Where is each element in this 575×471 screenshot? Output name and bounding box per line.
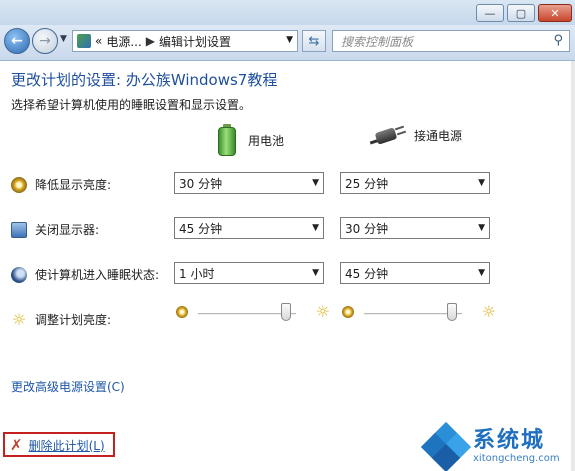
bright-brightness-icon: ☼ — [315, 302, 330, 321]
search-icon[interactable]: ⚲ — [553, 33, 563, 48]
arrow-right-icon: → — [39, 33, 51, 49]
refresh-button[interactable]: ⇆ — [302, 30, 326, 52]
watermark: 系统城 xitongcheng.com — [420, 421, 575, 471]
breadcrumb-power-options[interactable]: 电源... — [106, 33, 141, 50]
watermark-url: xitongcheng.com — [473, 452, 560, 464]
dim-display-battery-select[interactable]: 30 分钟 ▼ — [174, 172, 324, 194]
brightness-label: 调整计划亮度: — [35, 313, 112, 327]
windows-logo-icon — [420, 421, 472, 471]
dim-display-plugged-value: 25 分钟 — [345, 176, 389, 191]
sleep-plugged-select[interactable]: 45 分钟 ▼ — [340, 262, 490, 284]
chevron-down-icon: ▼ — [478, 223, 485, 233]
dim-brightness-icon — [342, 306, 354, 318]
forward-button[interactable]: → — [32, 28, 58, 54]
plugged-column-header: 接通电源 — [369, 124, 463, 146]
display-off-battery-value: 45 分钟 — [179, 221, 223, 236]
search-placeholder: 搜索控制面板 — [341, 34, 414, 49]
breadcrumb-edit-plan[interactable]: 编辑计划设置 — [159, 33, 231, 50]
minimize-button[interactable]: — — [476, 4, 504, 22]
sleep-label: 使计算机进入睡眠状态: — [35, 268, 160, 282]
brightness-icon: ☼ — [11, 309, 27, 329]
breadcrumb-separator-icon[interactable]: ▶ — [146, 34, 155, 48]
delete-icon: ✗ — [10, 436, 23, 454]
sleep-row-label: 使计算机进入睡眠状态: — [11, 266, 159, 283]
refresh-icon: ⇆ — [308, 33, 320, 49]
control-panel-icon — [77, 34, 91, 48]
dim-display-label: 降低显示亮度: — [35, 178, 112, 192]
sleep-battery-select[interactable]: 1 小时 ▼ — [174, 262, 324, 284]
advanced-power-settings-link[interactable]: 更改高级电源设置(C) — [11, 378, 125, 395]
dim-display-icon — [11, 176, 27, 193]
close-button[interactable]: ✕ — [538, 4, 572, 22]
navigation-bar: ← → ▼ « 电源... ▶ 编辑计划设置 ▼ ⇆ 搜索控制面板 ⚲ — [0, 25, 575, 61]
battery-column-label: 用电池 — [248, 133, 285, 148]
delete-plan-label[interactable]: 删除此计划(L) — [29, 437, 105, 454]
battery-column-header: 用电池 — [218, 124, 284, 156]
scrollbar[interactable] — [571, 61, 575, 471]
display-off-plugged-select[interactable]: 30 分钟 ▼ — [340, 217, 490, 239]
maximize-button[interactable]: ▢ — [507, 4, 535, 22]
display-off-icon — [11, 221, 27, 238]
chevron-down-icon: ▼ — [312, 268, 319, 278]
address-overflow[interactable]: « — [95, 34, 102, 48]
search-input[interactable]: 搜索控制面板 ⚲ — [332, 30, 570, 52]
sleep-plugged-value: 45 分钟 — [345, 266, 389, 281]
chevron-down-icon: ▼ — [312, 223, 319, 233]
chevron-down-icon: ▼ — [312, 178, 319, 188]
delete-plan-link[interactable]: ✗ 删除此计划(L) — [10, 436, 105, 454]
plugged-column-label: 接通电源 — [414, 128, 463, 143]
sleep-battery-value: 1 小时 — [179, 266, 215, 281]
bright-brightness-icon: ☼ — [481, 302, 496, 321]
arrow-left-icon: ← — [11, 33, 23, 49]
display-off-row-label: 关闭显示器: — [11, 221, 99, 238]
slider-thumb[interactable] — [281, 303, 292, 321]
brightness-plugged-slider[interactable]: ☼ — [342, 302, 496, 325]
address-dropdown-icon[interactable]: ▼ — [286, 35, 293, 45]
brightness-row-label: ☼ 调整计划亮度: — [11, 311, 111, 328]
brightness-battery-slider[interactable]: ☼ — [176, 302, 330, 325]
back-button[interactable]: ← — [4, 28, 30, 54]
display-off-label: 关闭显示器: — [35, 223, 100, 237]
page-title: 更改计划的设置: 办公族Windows7教程 — [11, 71, 278, 89]
chevron-down-icon: ▼ — [478, 178, 485, 188]
dim-brightness-icon — [176, 306, 188, 318]
page-subtitle: 选择希望计算机使用的睡眠设置和显示设置。 — [11, 98, 252, 112]
display-off-battery-select[interactable]: 45 分钟 ▼ — [174, 217, 324, 239]
power-plug-icon — [369, 124, 407, 146]
slider-thumb[interactable] — [447, 303, 458, 321]
chevron-down-icon: ▼ — [478, 268, 485, 278]
dim-display-battery-value: 30 分钟 — [179, 176, 223, 191]
dim-display-plugged-select[interactable]: 25 分钟 ▼ — [340, 172, 490, 194]
dim-display-row-label: 降低显示亮度: — [11, 176, 111, 193]
watermark-brand: 系统城 — [473, 427, 546, 453]
display-off-plugged-value: 30 分钟 — [345, 221, 389, 236]
sleep-icon — [11, 266, 27, 283]
battery-icon — [218, 124, 236, 156]
address-bar[interactable]: « 电源... ▶ 编辑计划设置 ▼ — [72, 30, 298, 52]
recent-pages-dropdown[interactable]: ▼ — [60, 34, 67, 44]
